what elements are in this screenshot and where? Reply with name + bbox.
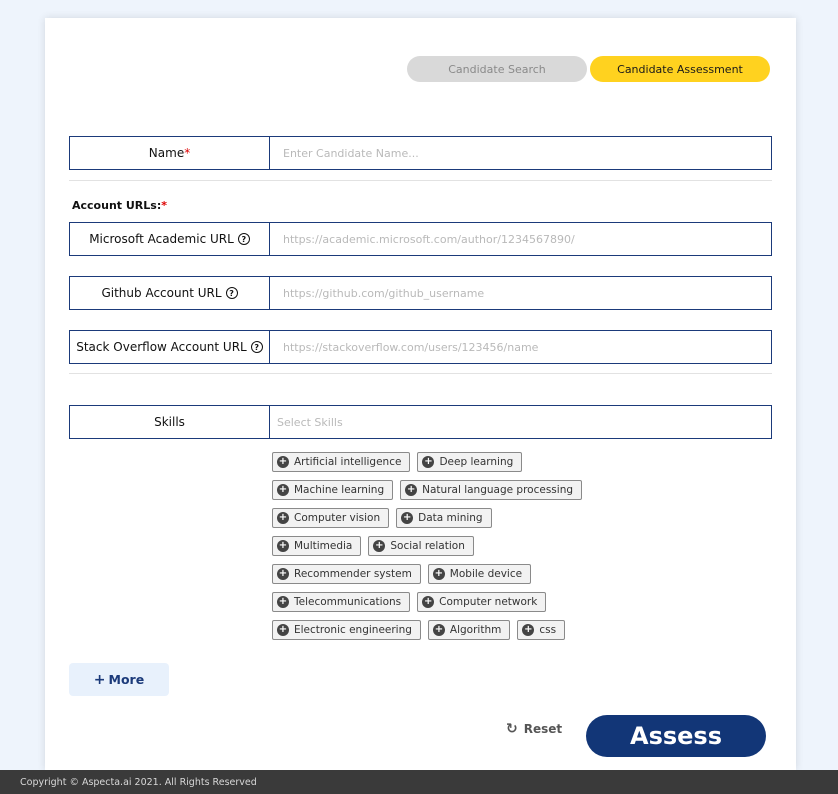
skill-chip-label: Telecommunications [294,596,402,608]
footer: Copyright © Aspecta.ai 2021. All Rights … [0,770,838,794]
skills-label: Skills [70,406,270,438]
chip-row: + Electronic engineering + Algorithm + css [272,620,772,640]
skill-chip-label: Mobile device [449,568,523,580]
skill-chip[interactable]: + Multimedia [272,536,362,556]
skill-chip[interactable]: + Electronic engineering [272,620,421,640]
skill-chip-label: Data mining [418,512,483,524]
github-label: Github Account URL ? [70,277,270,309]
account-urls-label: Account URLs:* [72,199,167,212]
plus-circle-icon: + [373,540,386,552]
chip-row: + Telecommunications + Computer network [272,592,772,612]
plus-circle-icon: + [277,512,289,524]
chip-row: + Multimedia + Social relation [272,536,772,556]
chip-row: + Recommender system + Mobile device [272,564,772,584]
chip-row: + Computer vision + Data mining [272,508,772,528]
skill-chip[interactable]: + Mobile device [427,564,532,584]
reset-button[interactable]: ↻ Reset [506,719,562,739]
chip-row: + Machine learning + Natural language proc… [272,480,772,500]
plus-circle-icon: + [277,596,289,608]
stackoverflow-label-text: Stack Overflow Account URL [76,340,247,354]
name-required-mark: * [184,146,191,160]
plus-circle-icon: + [432,624,445,636]
question-circle-icon[interactable]: ? [237,233,250,245]
skill-chip[interactable]: + Algorithm [427,620,511,640]
assessment-card: Candidate Search Candidate Assessment Na… [45,18,796,770]
plus-circle-icon: + [401,512,414,524]
plus-circle-icon: + [277,484,289,496]
plus-circle-icon: + [277,540,289,552]
copyright-text: Copyright © Aspecta.ai 2021. All Rights … [20,776,257,788]
plus-circle-icon: + [422,456,435,468]
skill-chip-label: Social relation [390,540,465,552]
tab-bar: Candidate Search Candidate Assessment [407,56,770,82]
plus-circle-icon: + [522,624,535,636]
skill-chip-label: Electronic engineering [294,624,412,636]
skill-chip-label: Computer vision [294,512,381,524]
tab-candidate-assessment[interactable]: Candidate Assessment [590,56,770,82]
plus-icon: + [93,671,106,688]
skill-chip-label: css [539,624,557,636]
name-label-text: Name [148,146,185,160]
skill-chip[interactable]: + Computer vision [272,508,390,528]
skill-chip-label: Computer network [439,596,538,608]
name-row: Name * [69,136,772,170]
account-urls-required-mark: * [161,199,167,212]
tab-candidate-search[interactable]: Candidate Search [407,56,587,82]
plus-circle-icon: + [432,568,445,580]
stackoverflow-row: Stack Overflow Account URL ? [69,330,772,364]
skill-chip[interactable]: + Telecommunications [272,592,411,612]
account-urls-label-text: Account URLs: [72,199,162,212]
plus-circle-icon: + [422,596,435,608]
microsoft-academic-row: Microsoft Academic URL ? [69,222,772,256]
assess-button[interactable]: Assess [586,715,766,757]
skill-chip[interactable]: + Deep learning [417,452,523,472]
more-button[interactable]: + More [69,663,169,696]
skill-chip[interactable]: + Natural language processing [400,480,583,500]
github-label-text: Github Account URL [101,286,222,300]
divider-bottom [69,373,772,374]
name-input[interactable] [270,137,771,169]
more-button-label: More [108,672,145,687]
skill-chip-label: Algorithm [449,624,502,636]
github-url-input[interactable] [270,277,771,309]
skills-select-input[interactable] [270,406,771,438]
skill-suggestions: + Artificial intelligence + Deep learning … [272,452,772,648]
skill-chip[interactable]: + Recommender system [272,564,421,584]
stackoverflow-label: Stack Overflow Account URL ? [70,331,270,363]
skills-label-text: Skills [154,415,185,429]
plus-circle-icon: + [277,456,289,468]
skill-chip-label: Deep learning [439,456,514,468]
microsoft-academic-url-input[interactable] [270,223,771,255]
skill-chip[interactable]: + Computer network [417,592,547,612]
divider-top [69,180,772,181]
question-circle-icon[interactable]: ? [250,341,263,353]
skill-chip-label: Natural language processing [422,484,574,496]
microsoft-academic-label-text: Microsoft Academic URL [89,232,234,246]
skill-chip[interactable]: + Social relation [368,536,474,556]
skill-chip-label: Artificial intelligence [294,456,402,468]
skill-chip[interactable]: + Data mining [396,508,492,528]
name-label: Name * [70,137,270,169]
github-row: Github Account URL ? [69,276,772,310]
skill-chip[interactable]: + Artificial intelligence [272,452,411,472]
plus-circle-icon: + [277,624,289,636]
skill-chip-label: Multimedia [294,540,353,552]
skill-chip[interactable]: + css [517,620,566,640]
skill-chip[interactable]: + Machine learning [272,480,394,500]
skill-chip-label: Machine learning [294,484,385,496]
refresh-icon: ↻ [506,721,518,737]
plus-circle-icon: + [277,568,289,580]
microsoft-academic-label: Microsoft Academic URL ? [70,223,270,255]
stackoverflow-url-input[interactable] [270,331,771,363]
skills-row: Skills [69,405,772,439]
reset-button-label: Reset [523,722,563,736]
skill-chip-label: Recommender system [294,568,412,580]
chip-row: + Artificial intelligence + Deep learning [272,452,772,472]
question-circle-icon[interactable]: ? [225,287,238,299]
plus-circle-icon: + [405,484,418,496]
